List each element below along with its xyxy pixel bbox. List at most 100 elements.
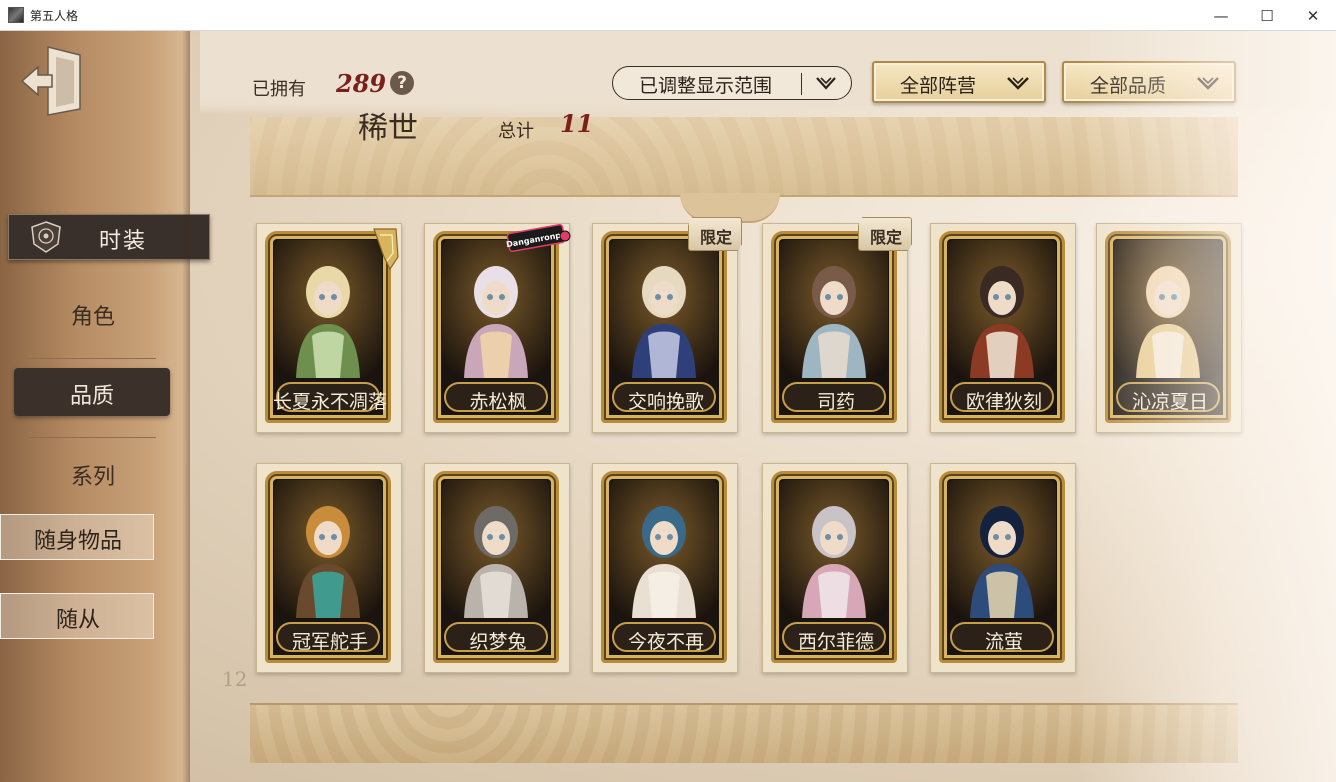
skin-card[interactable]: 今夜不再 xyxy=(592,463,738,673)
skin-card[interactable]: 司药 限定 xyxy=(762,217,912,433)
skin-portrait xyxy=(948,240,1056,378)
gold-corner-ornament-icon xyxy=(373,228,399,271)
quality-dropdown[interactable]: 全部品质 xyxy=(1062,61,1236,103)
skin-portrait xyxy=(1114,240,1222,378)
skin-name: 交响挽歌 xyxy=(627,391,704,413)
skin-name: 冠军舵手 xyxy=(291,631,368,653)
skin-name: 司药 xyxy=(816,391,855,413)
owned-label: 已拥有 xyxy=(252,79,306,100)
card-name-plate: 长夏永不凋落 xyxy=(273,382,387,413)
skin-name: 织梦兔 xyxy=(469,631,527,653)
chevron-down-icon xyxy=(1007,77,1029,90)
card-gold-border: 司药 xyxy=(771,231,897,423)
character-figure-icon xyxy=(610,240,718,378)
card-name-plate: 冠军舵手 xyxy=(276,622,380,653)
minimize-button[interactable]: — xyxy=(1198,0,1244,31)
game-stage: 时装 角色 品质 系列 随身物品 随从 12 稀世 总计 11 已拥有 289 … xyxy=(0,31,1336,782)
card-name-plate: 司药 xyxy=(782,382,886,413)
card-gold-border: 赤松枫 xyxy=(433,231,559,423)
card-name-plate: 沁凉夏日 xyxy=(1116,382,1220,413)
sidebar-item-pet[interactable]: 随从 xyxy=(0,593,154,639)
category-total-label: 总计 xyxy=(498,121,534,142)
skin-card[interactable]: 流萤 xyxy=(930,463,1076,673)
card-gold-border: 沁凉夏日 xyxy=(1105,231,1231,423)
help-icon[interactable]: ? xyxy=(390,71,414,95)
skin-portrait xyxy=(610,480,718,618)
close-button[interactable]: ✕ xyxy=(1290,0,1336,31)
card-name-plate: 赤松枫 xyxy=(444,382,548,413)
skin-portrait xyxy=(780,240,888,378)
card-name-plate: 西尔菲德 xyxy=(782,622,886,653)
dropdown-separator xyxy=(801,73,802,95)
app-icon xyxy=(8,7,24,23)
exit-door-icon[interactable] xyxy=(18,43,86,117)
skin-name: 长夏永不凋落 xyxy=(272,391,387,413)
skin-portrait xyxy=(274,480,382,618)
skin-card[interactable]: 冠军舵手 xyxy=(256,463,402,673)
skin-card[interactable]: 沁凉夏日 xyxy=(1096,223,1242,433)
card-name-plate: 流萤 xyxy=(950,622,1054,653)
background-clock-number: 12 xyxy=(222,667,248,691)
card-name-plate: 织梦兔 xyxy=(444,622,548,653)
card-gold-border: 西尔菲德 xyxy=(771,471,897,663)
sidebar-item-quality[interactable]: 品质 xyxy=(14,368,170,416)
next-category-banner xyxy=(250,703,1238,763)
skin-portrait xyxy=(442,480,550,618)
skin-card[interactable]: 赤松枫 Danganronpa xyxy=(424,223,571,433)
chevron-down-icon xyxy=(1197,77,1219,90)
skin-name: 西尔菲德 xyxy=(797,631,874,653)
skin-name: 赤松枫 xyxy=(469,391,527,413)
window-titlebar: 第五人格 — ☐ ✕ xyxy=(0,0,1336,31)
skin-card[interactable]: 欧律狄刻 xyxy=(930,223,1076,433)
skin-portrait xyxy=(274,240,382,378)
display-range-label: 已调整显示范围 xyxy=(639,75,773,97)
skin-portrait xyxy=(780,480,888,618)
left-sidebar: 时装 角色 品质 系列 随身物品 随从 xyxy=(0,31,210,782)
skin-card[interactable]: 织梦兔 xyxy=(424,463,570,673)
card-name-plate: 欧律狄刻 xyxy=(950,382,1054,413)
faction-dropdown[interactable]: 全部阵营 xyxy=(872,61,1046,103)
sidebar-item-role[interactable]: 角色 xyxy=(0,299,186,331)
skin-card[interactable]: 长夏永不凋落 xyxy=(256,223,402,433)
sidebar-item-accessory-label: 随身物品 xyxy=(33,529,122,554)
card-name-plate: 交响挽歌 xyxy=(612,382,716,413)
card-gold-border: 今夜不再 xyxy=(601,471,727,663)
limited-tag-label: 限定 xyxy=(699,228,732,247)
character-figure-icon xyxy=(780,480,888,618)
display-range-dropdown[interactable]: 已调整显示范围 xyxy=(612,66,852,100)
character-figure-icon xyxy=(442,480,550,618)
skin-portrait xyxy=(442,240,550,378)
tab-skins[interactable]: 时装 xyxy=(8,214,210,260)
character-figure-icon xyxy=(610,480,718,618)
faction-dropdown-label: 全部阵营 xyxy=(900,75,977,97)
character-figure-icon xyxy=(274,240,382,378)
skin-card[interactable]: 交响挽歌 限定 xyxy=(592,217,742,433)
sidebar-item-accessory[interactable]: 随身物品 xyxy=(0,514,154,560)
owned-count: 289 xyxy=(336,69,387,98)
limited-tag: 限定 xyxy=(688,217,742,251)
maximize-button[interactable]: ☐ xyxy=(1244,0,1290,31)
sidebar-item-series[interactable]: 系列 xyxy=(0,459,186,491)
character-figure-icon xyxy=(948,240,1056,378)
character-figure-icon xyxy=(1114,240,1222,378)
character-figure-icon xyxy=(780,240,888,378)
card-name-plate: 今夜不再 xyxy=(612,622,716,653)
quality-dropdown-label: 全部品质 xyxy=(1090,75,1167,97)
card-gold-border: 冠军舵手 xyxy=(265,471,391,663)
limited-tag: 限定 xyxy=(858,217,912,251)
skin-name: 今夜不再 xyxy=(627,631,704,653)
character-figure-icon xyxy=(442,240,550,378)
sidebar-item-pet-label: 随从 xyxy=(55,608,100,633)
window-title: 第五人格 xyxy=(30,9,79,23)
chevron-down-icon xyxy=(816,77,836,90)
sidebar-item-quality-label: 品质 xyxy=(69,384,114,409)
skin-name: 沁凉夏日 xyxy=(1131,391,1208,413)
character-figure-icon xyxy=(274,480,382,618)
limited-tag-label: 限定 xyxy=(869,228,902,247)
skin-card[interactable]: 西尔菲德 xyxy=(762,463,908,673)
skin-name: 欧律狄刻 xyxy=(965,391,1042,413)
card-gold-border: 交响挽歌 xyxy=(601,231,727,423)
collab-logo: Danganronpa xyxy=(506,223,571,253)
card-gold-border: 织梦兔 xyxy=(433,471,559,663)
card-gold-border: 欧律狄刻 xyxy=(939,231,1065,423)
